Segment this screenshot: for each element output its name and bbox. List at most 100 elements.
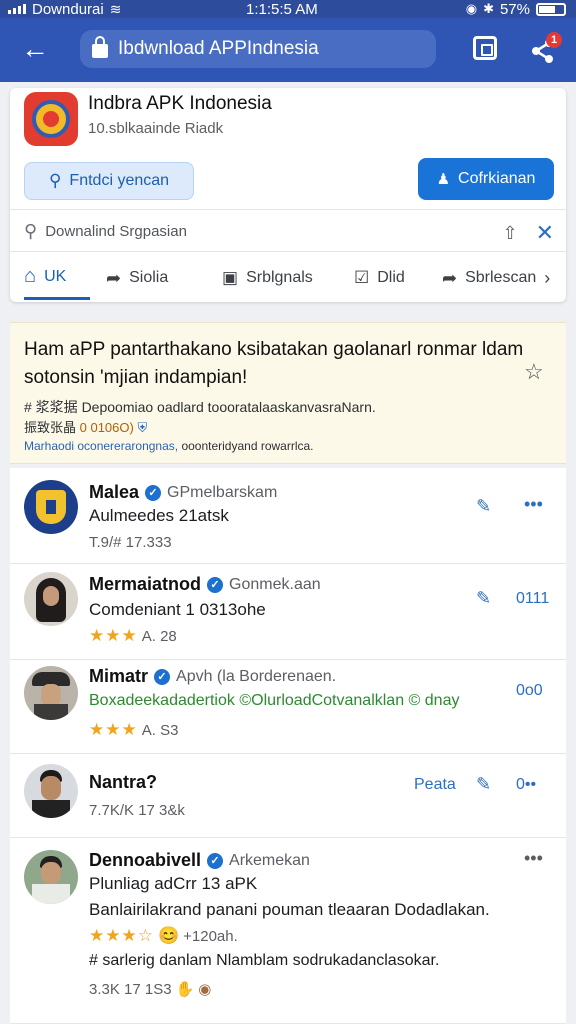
verified-icon: ✓: [207, 852, 224, 869]
close-icon[interactable]: ✕: [536, 220, 554, 246]
tabs-switcher-icon[interactable]: [473, 36, 497, 60]
notice-line-5-rest: ooonteridyand rowarrlca.: [178, 439, 314, 453]
bluetooth-icon: ✱: [483, 1, 494, 16]
home-icon: ⌂: [24, 265, 37, 287]
forward-arrow-icon: ➦: [442, 267, 458, 288]
comment-item: Mimatr ✓ Apvh (la Borderenaen. Boxadeeka…: [10, 660, 566, 754]
author-name[interactable]: Malea: [89, 482, 139, 503]
avatar[interactable]: [24, 764, 78, 818]
magnifier-icon: ⚲: [24, 220, 38, 241]
tab-dlid[interactable]: ☑ Dlid: [354, 256, 405, 300]
reaction-count[interactable]: 0111: [516, 590, 549, 608]
notice-line-1: Ham aPP pantarthakano ksibatakan gaolana…: [24, 339, 524, 360]
comment-stats: 3.3K 17 1S3: [89, 980, 172, 998]
rating-stars: ★★★: [89, 720, 138, 739]
notice-line-4-prefix: 振致张晶: [24, 420, 80, 435]
comment-meta: ★★★ A. 28: [89, 626, 177, 646]
verified-icon: ✓: [154, 668, 171, 685]
download-search-row[interactable]: ⚲ Downalind Srgpasian ⇧ ✕: [24, 216, 554, 246]
comment-item: Dennoabivell ✓ Arkemekan Plunliag adCrr …: [10, 838, 566, 1024]
app-logo-icon: [24, 92, 78, 146]
confirm-button[interactable]: ♟ Cofrkianan: [418, 158, 554, 200]
notice-line-2: sotonsin 'mjian indampian!: [24, 367, 248, 388]
confirm-button-label: Cofrkianan: [458, 170, 536, 187]
comment-text: Comdeniant 1 0313ohe: [89, 600, 266, 619]
wifi-icon: ≋: [109, 0, 122, 17]
more-icon[interactable]: •••: [524, 494, 543, 515]
comment-author: Mimatr ✓ Apvh (la Borderenaen.: [89, 666, 336, 687]
author-name[interactable]: Mermaiatnod: [89, 574, 201, 595]
rating-value: A. 28: [141, 627, 177, 645]
avatar[interactable]: [24, 572, 78, 626]
edit-icon[interactable]: ✎: [476, 774, 491, 795]
browser-app-bar: ← Ibdwnload APPIndnesia 1: [0, 18, 576, 82]
signal-icon: [8, 4, 26, 14]
reaction-count[interactable]: 0••: [516, 776, 536, 794]
divider: [10, 209, 566, 210]
reaction-count[interactable]: 0o0: [516, 682, 543, 700]
lock-icon: [92, 36, 108, 58]
rating-stars: ★★★: [89, 626, 138, 645]
upload-icon[interactable]: ⇧: [502, 223, 517, 244]
author-name[interactable]: Nantra?: [89, 772, 157, 793]
rating-value: +120ah.: [183, 927, 238, 945]
carrier-label: Downdurai: [32, 0, 104, 18]
app-subtitle: 10.sblkaainde Riadk: [88, 120, 224, 137]
tab-label: UK: [44, 267, 67, 285]
checkbox-icon: ☑: [354, 268, 370, 287]
url-bar[interactable]: Ibdwnload APPIndnesia: [80, 30, 436, 68]
notice-line-4: 振致张晶 0 0106O) ⛨: [24, 417, 147, 436]
author-handle: Gonmek.aan: [229, 575, 321, 593]
reply-link[interactable]: Peata: [414, 776, 456, 794]
install-secondary-button[interactable]: ⚲ Fntdci yencan: [24, 162, 194, 200]
avatar[interactable]: [24, 480, 78, 534]
url-text: Ibdwnload APPIndnesia: [118, 38, 319, 59]
nav-tabs: ⌂ UK ➦ Siolia ▣ Srblgnals ☑ Dlid ➦ Sbrle…: [10, 256, 566, 300]
author-handle: GPmelbarskam: [167, 483, 278, 501]
install-secondary-label: Fntdci yencan: [69, 172, 170, 189]
tab-sbrlescan[interactable]: ➦ Sbrlescan ›: [442, 256, 550, 300]
avatar[interactable]: [24, 850, 78, 904]
back-arrow-icon[interactable]: ←: [18, 32, 52, 66]
notification-badge: 1: [546, 32, 562, 48]
battery-percent: 57%: [499, 0, 530, 18]
verified-icon: ✓: [145, 484, 162, 501]
tab-uk[interactable]: ⌂ UK: [24, 256, 90, 300]
comment-meta: ★★★☆ 😊 +120ah.: [89, 926, 238, 946]
edit-icon[interactable]: ✎: [476, 588, 491, 609]
author-handle: Arkemekan: [229, 851, 310, 869]
rating-stars: ★★★☆: [89, 926, 154, 945]
comments-list: Malea ✓ GPmelbarskam Aulmeedes 21atsk T.…: [10, 468, 566, 1024]
tab-label: Dlid: [377, 269, 405, 286]
author-handle: Apvh (la Borderenaen.: [176, 667, 337, 685]
notice-line-5: Marhaodi oconererarongnas, ooonteridyand…: [24, 439, 314, 453]
comment-text: Plunliag adCrr 13 aPK: [89, 874, 258, 893]
search-icon: ⚲: [48, 171, 62, 190]
comment-author: Dennoabivell ✓ Arkemekan: [89, 850, 310, 871]
comment-item: Malea ✓ GPmelbarskam Aulmeedes 21atsk T.…: [10, 468, 566, 564]
author-name[interactable]: Dennoabivell: [89, 850, 201, 871]
shield-icon: ⛨: [137, 420, 148, 435]
download-search-label: Downalind Srgpasian: [45, 222, 187, 240]
thumbs-icon: ✋: [175, 981, 195, 998]
avatar[interactable]: [24, 666, 78, 720]
comment-text: Aulmeedes 21atsk: [89, 506, 229, 525]
notice-link[interactable]: Marhaodi oconererarongnas,: [24, 439, 178, 453]
app-info-card: Indbra APK Indonesia 10.sblkaainde Riadk…: [10, 88, 566, 302]
pin-icon[interactable]: ☆: [524, 359, 550, 385]
comment-item: Mermaiatnod ✓ Gonmek.aan Comdeniant 1 03…: [10, 564, 566, 660]
chevron-right-icon: ›: [544, 267, 551, 288]
tab-label: Sbrlescan: [465, 269, 537, 286]
emoji-icon: 😊: [157, 926, 180, 945]
status-bar: Downdurai ≋ 1:1:5:5 AM ◉ ✱ 57%: [0, 0, 576, 18]
users-icon: ♟: [436, 171, 451, 188]
notice-code: 0 0106O): [79, 420, 134, 435]
edit-icon[interactable]: ✎: [476, 496, 491, 517]
location-icon: ◉: [465, 1, 478, 16]
notice-line-3: # 浆浆据 Depoomiao oadlard toooratalaaskanv…: [24, 399, 376, 415]
tab-label: Siolia: [129, 269, 169, 286]
author-name[interactable]: Mimatr: [89, 666, 148, 687]
more-icon[interactable]: •••: [524, 848, 543, 869]
tab-srblgnals[interactable]: ▣ Srblgnals: [222, 256, 313, 300]
tab-siolia[interactable]: ➦ Siolia: [106, 256, 168, 300]
